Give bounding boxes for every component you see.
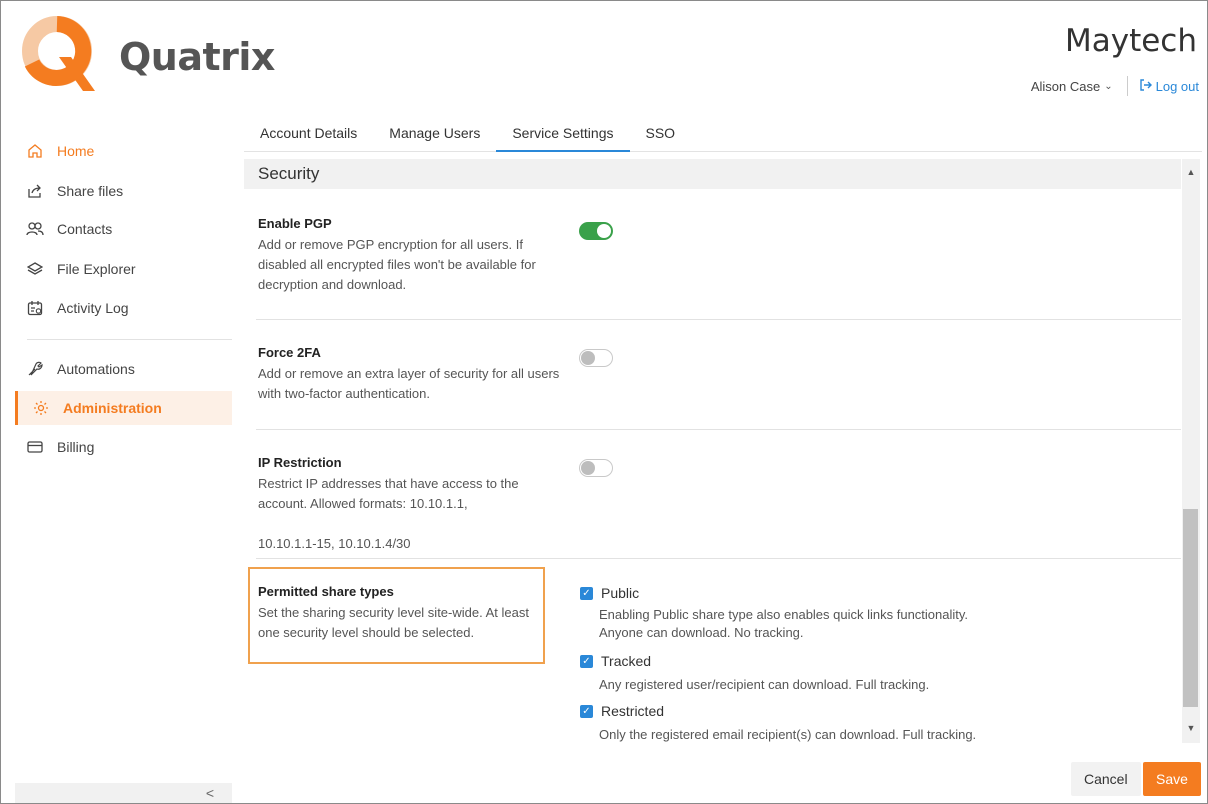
- setting-description: Restrict IP addresses that have access t…: [258, 476, 519, 511]
- sidebar-item-home[interactable]: Home: [15, 134, 232, 168]
- logout-label: Log out: [1155, 78, 1199, 94]
- logout-link[interactable]: Log out: [1139, 78, 1199, 94]
- chevron-left-icon: <: [205, 785, 214, 801]
- sidebar-item-file-explorer[interactable]: File Explorer: [15, 252, 232, 286]
- quatrix-logo-icon: [22, 16, 95, 91]
- sidebar-item-contacts[interactable]: Contacts: [15, 212, 232, 246]
- sidebar-item-label: Administration: [63, 400, 162, 416]
- calendar-icon: [25, 298, 45, 318]
- ip-restriction-toggle[interactable]: [579, 459, 613, 477]
- sidebar-item-label: Share files: [57, 183, 124, 199]
- sidebar-item-label: Automations: [57, 361, 135, 377]
- divider: [256, 558, 1181, 559]
- option-description: Only the registered email recipient(s) c…: [599, 727, 977, 742]
- settings-panel: Security Enable PGP Add or remove PGP en…: [244, 153, 1181, 743]
- divider: [1126, 76, 1128, 96]
- divider: [256, 429, 1181, 430]
- pgp-toggle[interactable]: [579, 222, 613, 240]
- logo-text: Quatrix: [119, 35, 275, 79]
- tab-manage-users[interactable]: Manage Users: [373, 114, 496, 152]
- option-description: Any registered user/recipient can downlo…: [599, 677, 930, 692]
- sidebar-item-share-files[interactable]: Share files: [15, 174, 232, 208]
- scroll-up-icon[interactable]: ▲: [1182, 163, 1200, 181]
- scroll-down-icon[interactable]: ▼: [1182, 719, 1200, 737]
- organization-name: Maytech: [1064, 23, 1197, 59]
- tab-bar: Account Details Manage Users Service Set…: [244, 114, 1202, 152]
- checkbox-checked-icon[interactable]: ✓: [580, 586, 593, 600]
- save-button[interactable]: Save: [1143, 762, 1201, 796]
- sidebar-item-label: Billing: [57, 439, 95, 455]
- divider: [256, 319, 1181, 320]
- setting-title: Force 2FA: [258, 345, 321, 360]
- user-bar: Alison Case ⌄ Log out: [1031, 76, 1199, 96]
- user-menu-button[interactable]: Alison Case ⌄: [1031, 79, 1113, 94]
- user-name: Alison Case: [1030, 78, 1101, 94]
- force-2fa-toggle[interactable]: [579, 349, 613, 367]
- checkbox-label: Public: [601, 585, 640, 601]
- option-description: Anyone can download. No tracking.: [599, 625, 804, 640]
- share-type-public[interactable]: ✓ Public: [580, 585, 639, 601]
- sidebar-item-administration[interactable]: Administration: [15, 391, 232, 425]
- sidebar-item-label: Activity Log: [57, 300, 129, 316]
- gear-icon: [31, 398, 51, 418]
- divider: [27, 339, 232, 340]
- setting-description: Set the sharing security level site-wide…: [258, 605, 529, 640]
- sidebar: Home Share files Contacts File Explorer …: [2, 131, 232, 804]
- logout-icon: [1139, 78, 1152, 94]
- sidebar-item-label: Contacts: [57, 221, 113, 237]
- setting-title: Enable PGP: [258, 216, 332, 231]
- chevron-down-icon: ⌄: [1104, 80, 1113, 92]
- setting-description-cont: 10.10.1.1-15, 10.10.1.4/30: [258, 536, 411, 551]
- scrollbar[interactable]: ▲ ▼: [1182, 159, 1200, 743]
- section-title: Security: [244, 159, 1181, 189]
- sidebar-item-activity-log[interactable]: Activity Log: [15, 291, 232, 325]
- checkbox-label: Tracked: [601, 653, 652, 669]
- tab-service-settings[interactable]: Service Settings: [496, 114, 630, 152]
- collapse-sidebar-button[interactable]: <: [15, 783, 232, 803]
- setting-title: Permitted share types: [258, 584, 394, 599]
- checkbox-checked-icon[interactable]: ✓: [580, 654, 593, 668]
- sidebar-item-billing[interactable]: Billing: [15, 430, 232, 464]
- setting-description: Add or remove PGP encryption for all use…: [258, 237, 536, 292]
- share-icon: [25, 181, 45, 201]
- sidebar-item-automations[interactable]: Automations: [15, 352, 232, 386]
- tab-sso[interactable]: SSO: [630, 114, 692, 152]
- contacts-icon: [25, 219, 45, 239]
- checkbox-checked-icon[interactable]: ✓: [580, 704, 593, 718]
- sidebar-item-label: Home: [57, 143, 95, 159]
- setting-title: IP Restriction: [258, 455, 342, 470]
- sidebar-item-label: File Explorer: [57, 261, 136, 277]
- scrollbar-thumb[interactable]: [1183, 509, 1198, 707]
- setting-description: Add or remove an extra layer of security…: [258, 366, 560, 401]
- share-type-restricted[interactable]: ✓ Restricted: [580, 703, 664, 719]
- app-window: Quatrix Maytech Alison Case ⌄ Log out Ho…: [0, 0, 1208, 804]
- cancel-button[interactable]: Cancel: [1071, 762, 1141, 796]
- tab-account-details[interactable]: Account Details: [244, 114, 373, 152]
- share-type-tracked[interactable]: ✓ Tracked: [580, 653, 651, 669]
- wrench-icon: [25, 359, 45, 379]
- checkbox-label: Restricted: [601, 703, 665, 719]
- option-description: Enabling Public share type also enables …: [599, 607, 969, 622]
- card-icon: [25, 437, 45, 457]
- layers-icon: [25, 259, 45, 279]
- home-icon: [25, 141, 45, 161]
